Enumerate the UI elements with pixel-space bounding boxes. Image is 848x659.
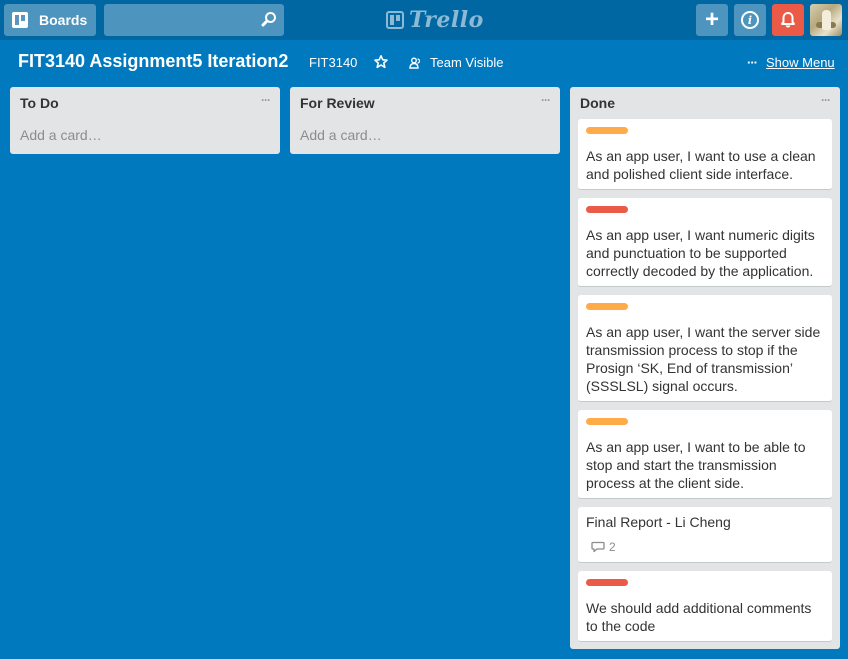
card-label-orange bbox=[586, 418, 628, 425]
team-icon bbox=[409, 57, 421, 69]
info-icon: i bbox=[741, 11, 759, 29]
card-title: As an app user, I want numeric digits an… bbox=[586, 227, 815, 279]
card[interactable]: As an app user, I want numeric digits an… bbox=[578, 198, 832, 287]
card[interactable]: As an app user, I want the server side t… bbox=[578, 295, 832, 402]
boards-button[interactable]: Boards bbox=[4, 4, 96, 36]
add-button[interactable]: + bbox=[696, 4, 728, 36]
list-header: For Review ··· bbox=[290, 87, 560, 119]
card-title: As an app user, I want to be able to sto… bbox=[586, 439, 806, 491]
list-for-review: For Review ··· Add a card… bbox=[290, 87, 560, 154]
list-title[interactable]: Done bbox=[580, 95, 615, 111]
card-title: We should add additional comments to the… bbox=[586, 600, 812, 634]
list-to-do: To Do ··· Add a card… bbox=[10, 87, 280, 154]
visibility-button[interactable]: Team Visible bbox=[409, 55, 503, 70]
comment-icon bbox=[591, 541, 605, 553]
trello-logo-icon bbox=[386, 11, 404, 29]
avatar[interactable] bbox=[810, 4, 842, 36]
card[interactable]: As an app user, I want to be able to sto… bbox=[578, 410, 832, 499]
board-organization[interactable]: FIT3140 bbox=[309, 55, 357, 70]
more-dots-icon: ··· bbox=[747, 55, 758, 70]
search-box[interactable] bbox=[104, 4, 284, 36]
trello-logo[interactable]: Trello bbox=[386, 7, 484, 33]
list-header: Done ··· bbox=[570, 87, 840, 119]
show-menu-label: Show Menu bbox=[766, 55, 835, 70]
card[interactable]: We should add additional comments to the… bbox=[578, 571, 832, 642]
add-card-button[interactable]: Add a card… bbox=[290, 119, 560, 154]
top-header: Boards Trello + i bbox=[0, 0, 848, 40]
list-menu-icon[interactable]: ··· bbox=[821, 93, 831, 107]
card-title: As an app user, I want the server side t… bbox=[586, 324, 821, 394]
card-title: Final Report - Li Cheng bbox=[586, 514, 731, 530]
card-badges: 2 bbox=[586, 538, 824, 556]
list-menu-icon[interactable]: ··· bbox=[541, 93, 551, 107]
notifications-button[interactable] bbox=[772, 4, 804, 36]
card[interactable]: Final Report - Li Cheng 2 bbox=[578, 507, 832, 563]
search-input[interactable] bbox=[104, 4, 254, 36]
add-card-button[interactable]: Add a card… bbox=[10, 119, 280, 154]
card-label-red bbox=[586, 579, 628, 586]
boards-label: Boards bbox=[39, 12, 88, 28]
list-header: To Do ··· bbox=[10, 87, 280, 119]
show-menu-link[interactable]: ··· Show Menu bbox=[747, 55, 835, 70]
list-done: Done ··· As an app user, I want to use a… bbox=[570, 87, 840, 659]
bell-icon bbox=[781, 12, 795, 28]
trello-logo-text: Trello bbox=[409, 7, 484, 33]
list-menu-icon[interactable]: ··· bbox=[261, 93, 271, 107]
info-button[interactable]: i bbox=[734, 4, 766, 36]
card-label-orange bbox=[586, 127, 628, 134]
card-title: As an app user, I want to use a clean an… bbox=[586, 148, 816, 182]
list-title[interactable]: To Do bbox=[20, 95, 59, 111]
card[interactable]: As an app user, I want to use a clean an… bbox=[578, 119, 832, 190]
add-card-button[interactable]: Add a card… bbox=[570, 650, 840, 659]
list-title[interactable]: For Review bbox=[300, 95, 375, 111]
visibility-label: Team Visible bbox=[430, 55, 504, 70]
search-icon[interactable] bbox=[260, 12, 276, 28]
card-label-orange bbox=[586, 303, 628, 310]
boards-icon bbox=[12, 12, 28, 28]
plus-icon: + bbox=[704, 6, 719, 33]
board-title[interactable]: FIT3140 Assignment5 Iteration2 bbox=[18, 51, 288, 72]
card-label-red bbox=[586, 206, 628, 213]
star-icon[interactable] bbox=[373, 54, 389, 70]
comment-count: 2 bbox=[609, 540, 616, 554]
